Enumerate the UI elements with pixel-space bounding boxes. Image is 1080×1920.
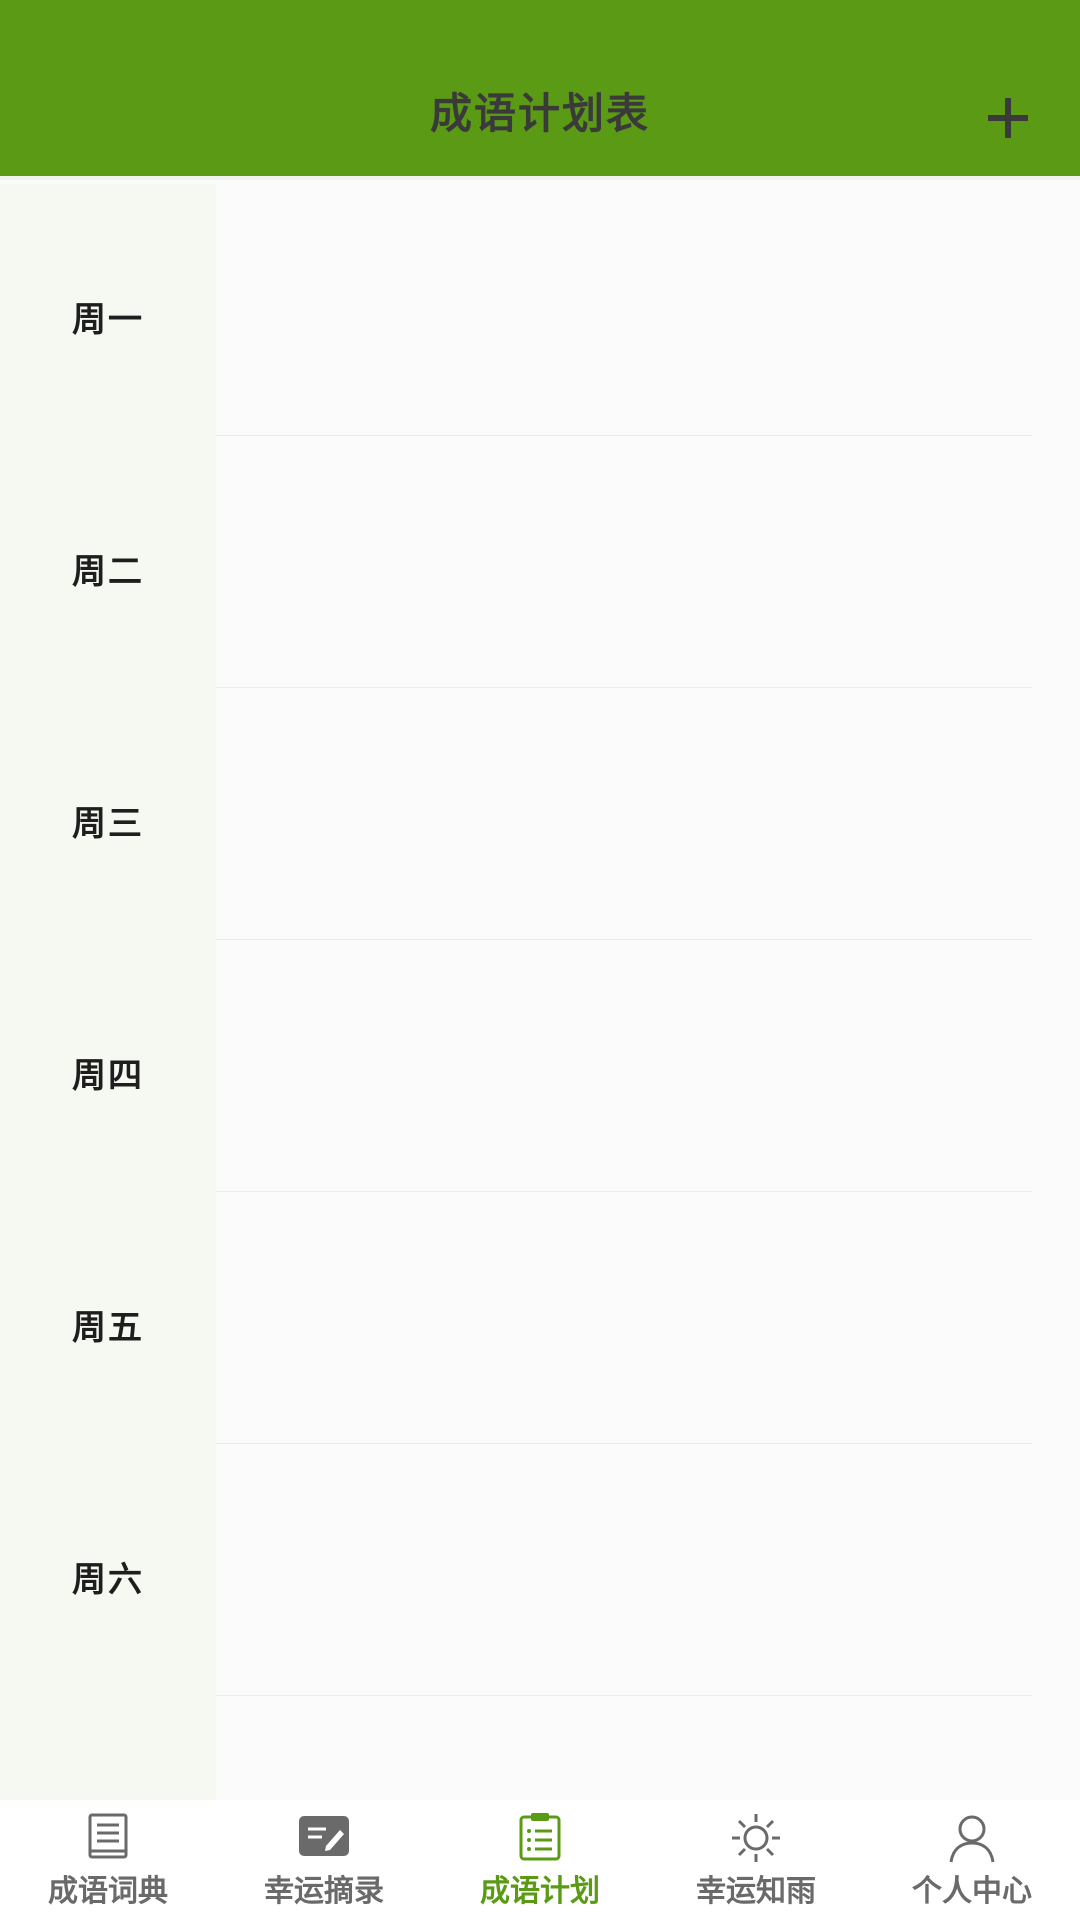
app-header: 成语计划表 xyxy=(0,0,1080,180)
book-icon xyxy=(88,1813,128,1859)
clipboard-list-icon xyxy=(519,1813,561,1861)
day-label-thursday: 周四 xyxy=(72,1056,144,1096)
plan-row-wednesday[interactable] xyxy=(216,688,1032,940)
tab-label: 成语计划 xyxy=(480,1874,600,1909)
tab-idiom-plan[interactable]: 成语计划 xyxy=(432,1800,648,1920)
plan-row-saturday[interactable] xyxy=(216,1444,1032,1696)
tab-label: 个人中心 xyxy=(912,1874,1032,1909)
day-label-tuesday: 周二 xyxy=(72,552,144,592)
plan-row-monday[interactable] xyxy=(216,184,1032,436)
tab-label: 幸运摘录 xyxy=(264,1874,384,1909)
edit-note-icon xyxy=(299,1816,349,1856)
weekday-column: 周一 周二 周三 周四 周五 周六 xyxy=(0,184,216,1800)
plan-rows xyxy=(216,184,1032,1800)
day-label-friday: 周五 xyxy=(72,1308,144,1348)
tab-lucky-excerpts[interactable]: 幸运摘录 xyxy=(216,1800,432,1920)
plan-row-friday[interactable] xyxy=(216,1192,1032,1444)
day-label-monday: 周一 xyxy=(72,300,144,340)
day-label-saturday: 周六 xyxy=(72,1560,144,1600)
tab-label: 幸运知雨 xyxy=(696,1874,816,1909)
plan-row-tuesday[interactable] xyxy=(216,436,1032,688)
user-icon xyxy=(949,1815,995,1863)
bottom-tab-bar: 成语词典 幸运摘录 成语计划 幸运知雨 个人中心 xyxy=(0,1800,1080,1920)
tab-label: 成语词典 xyxy=(48,1874,168,1909)
tab-profile[interactable]: 个人中心 xyxy=(864,1800,1080,1920)
tab-lucky-rain[interactable]: 幸运知雨 xyxy=(648,1800,864,1920)
page-title: 成语计划表 xyxy=(429,89,650,138)
day-label-wednesday: 周三 xyxy=(72,804,144,844)
plus-icon[interactable] xyxy=(986,96,1030,140)
tab-idiom-dictionary[interactable]: 成语词典 xyxy=(0,1800,216,1920)
plan-row-thursday[interactable] xyxy=(216,940,1032,1192)
sun-icon xyxy=(732,1814,780,1862)
